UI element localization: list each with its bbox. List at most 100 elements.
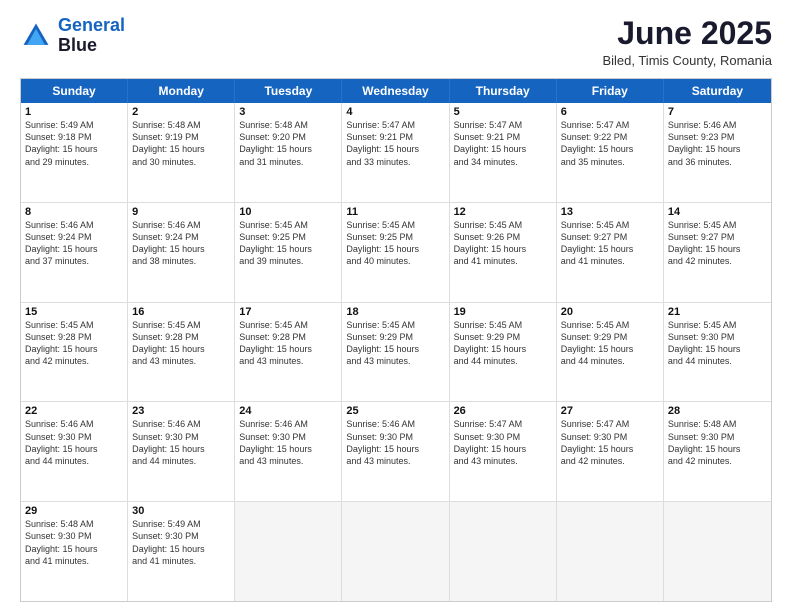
cell-line: Sunset: 9:28 PM — [25, 331, 123, 343]
cell-line: Sunset: 9:23 PM — [668, 131, 767, 143]
cell-line: Sunrise: 5:47 AM — [454, 418, 552, 430]
cell-line: Sunset: 9:24 PM — [25, 231, 123, 243]
calendar: Sunday Monday Tuesday Wednesday Thursday… — [20, 78, 772, 602]
cell-line: Sunrise: 5:48 AM — [239, 119, 337, 131]
cell-line: Daylight: 15 hours — [454, 243, 552, 255]
day-number: 23 — [132, 405, 230, 417]
cell-line: Sunset: 9:18 PM — [25, 131, 123, 143]
cell-line: Sunrise: 5:49 AM — [132, 518, 230, 530]
day-number: 22 — [25, 405, 123, 417]
cell-line: Sunrise: 5:46 AM — [346, 418, 444, 430]
header-sunday: Sunday — [21, 79, 128, 103]
table-row: 20Sunrise: 5:45 AMSunset: 9:29 PMDayligh… — [557, 303, 664, 402]
calendar-row: 15Sunrise: 5:45 AMSunset: 9:28 PMDayligh… — [21, 302, 771, 402]
cell-line: and 36 minutes. — [668, 156, 767, 168]
cell-line: Sunset: 9:20 PM — [239, 131, 337, 143]
table-row: 4Sunrise: 5:47 AMSunset: 9:21 PMDaylight… — [342, 103, 449, 202]
day-number: 29 — [25, 505, 123, 517]
cell-line: Sunrise: 5:49 AM — [25, 119, 123, 131]
cell-line: Daylight: 15 hours — [668, 243, 767, 255]
table-row — [557, 502, 664, 601]
cell-line: Sunrise: 5:45 AM — [132, 319, 230, 331]
day-number: 2 — [132, 106, 230, 118]
cell-line: Sunset: 9:30 PM — [346, 431, 444, 443]
cell-line: and 42 minutes. — [561, 455, 659, 467]
table-row: 6Sunrise: 5:47 AMSunset: 9:22 PMDaylight… — [557, 103, 664, 202]
day-number: 6 — [561, 106, 659, 118]
table-row: 21Sunrise: 5:45 AMSunset: 9:30 PMDayligh… — [664, 303, 771, 402]
cell-line: Sunset: 9:22 PM — [561, 131, 659, 143]
cell-line: Sunrise: 5:45 AM — [239, 319, 337, 331]
cell-line: and 41 minutes. — [454, 255, 552, 267]
calendar-body: 1Sunrise: 5:49 AMSunset: 9:18 PMDaylight… — [21, 103, 771, 601]
table-row: 3Sunrise: 5:48 AMSunset: 9:20 PMDaylight… — [235, 103, 342, 202]
cell-line: Sunset: 9:30 PM — [25, 431, 123, 443]
cell-line: and 41 minutes. — [132, 555, 230, 567]
cell-line: and 44 minutes. — [132, 455, 230, 467]
calendar-row: 22Sunrise: 5:46 AMSunset: 9:30 PMDayligh… — [21, 401, 771, 501]
logo: General Blue — [20, 16, 125, 56]
table-row: 29Sunrise: 5:48 AMSunset: 9:30 PMDayligh… — [21, 502, 128, 601]
day-number: 10 — [239, 206, 337, 218]
day-number: 5 — [454, 106, 552, 118]
table-row: 24Sunrise: 5:46 AMSunset: 9:30 PMDayligh… — [235, 402, 342, 501]
cell-line: and 35 minutes. — [561, 156, 659, 168]
table-row: 30Sunrise: 5:49 AMSunset: 9:30 PMDayligh… — [128, 502, 235, 601]
cell-line: and 42 minutes. — [668, 255, 767, 267]
cell-line: Daylight: 15 hours — [239, 143, 337, 155]
cell-line: Sunset: 9:27 PM — [668, 231, 767, 243]
cell-line: and 43 minutes. — [239, 355, 337, 367]
cell-line: Daylight: 15 hours — [25, 143, 123, 155]
logo-icon — [20, 20, 52, 52]
location: Biled, Timis County, Romania — [602, 53, 772, 68]
cell-line: and 41 minutes. — [561, 255, 659, 267]
cell-line: Sunrise: 5:48 AM — [132, 119, 230, 131]
cell-line: and 43 minutes. — [454, 455, 552, 467]
cell-line: Daylight: 15 hours — [25, 343, 123, 355]
cell-line: Sunrise: 5:45 AM — [25, 319, 123, 331]
day-number: 1 — [25, 106, 123, 118]
cell-line: Sunrise: 5:48 AM — [668, 418, 767, 430]
cell-line: Sunrise: 5:45 AM — [239, 219, 337, 231]
table-row: 7Sunrise: 5:46 AMSunset: 9:23 PMDaylight… — [664, 103, 771, 202]
cell-line: Sunset: 9:30 PM — [668, 331, 767, 343]
table-row: 19Sunrise: 5:45 AMSunset: 9:29 PMDayligh… — [450, 303, 557, 402]
cell-line: Sunrise: 5:47 AM — [454, 119, 552, 131]
cell-line: and 44 minutes. — [454, 355, 552, 367]
day-number: 17 — [239, 306, 337, 318]
table-row: 18Sunrise: 5:45 AMSunset: 9:29 PMDayligh… — [342, 303, 449, 402]
cell-line: Sunset: 9:21 PM — [346, 131, 444, 143]
cell-line: and 44 minutes. — [25, 455, 123, 467]
cell-line: Daylight: 15 hours — [668, 443, 767, 455]
day-number: 3 — [239, 106, 337, 118]
day-number: 9 — [132, 206, 230, 218]
cell-line: Sunset: 9:21 PM — [454, 131, 552, 143]
day-number: 8 — [25, 206, 123, 218]
cell-line: and 42 minutes. — [668, 455, 767, 467]
cell-line: Sunrise: 5:46 AM — [25, 418, 123, 430]
cell-line: Sunrise: 5:48 AM — [25, 518, 123, 530]
cell-line: Sunset: 9:28 PM — [132, 331, 230, 343]
day-number: 28 — [668, 405, 767, 417]
table-row: 16Sunrise: 5:45 AMSunset: 9:28 PMDayligh… — [128, 303, 235, 402]
month-title: June 2025 — [602, 16, 772, 51]
cell-line: Sunset: 9:30 PM — [132, 530, 230, 542]
cell-line: Sunrise: 5:46 AM — [132, 219, 230, 231]
cell-line: Daylight: 15 hours — [132, 443, 230, 455]
cell-line: Sunrise: 5:47 AM — [561, 418, 659, 430]
cell-line: Daylight: 15 hours — [561, 243, 659, 255]
cell-line: Sunset: 9:27 PM — [561, 231, 659, 243]
day-number: 4 — [346, 106, 444, 118]
table-row: 17Sunrise: 5:45 AMSunset: 9:28 PMDayligh… — [235, 303, 342, 402]
day-number: 15 — [25, 306, 123, 318]
header-tuesday: Tuesday — [235, 79, 342, 103]
cell-line: Sunset: 9:29 PM — [346, 331, 444, 343]
cell-line: Sunrise: 5:47 AM — [346, 119, 444, 131]
cell-line: and 44 minutes. — [561, 355, 659, 367]
table-row: 27Sunrise: 5:47 AMSunset: 9:30 PMDayligh… — [557, 402, 664, 501]
cell-line: Sunrise: 5:45 AM — [454, 219, 552, 231]
cell-line: Daylight: 15 hours — [239, 443, 337, 455]
cell-line: Daylight: 15 hours — [132, 243, 230, 255]
cell-line: Sunset: 9:28 PM — [239, 331, 337, 343]
cell-line: and 34 minutes. — [454, 156, 552, 168]
